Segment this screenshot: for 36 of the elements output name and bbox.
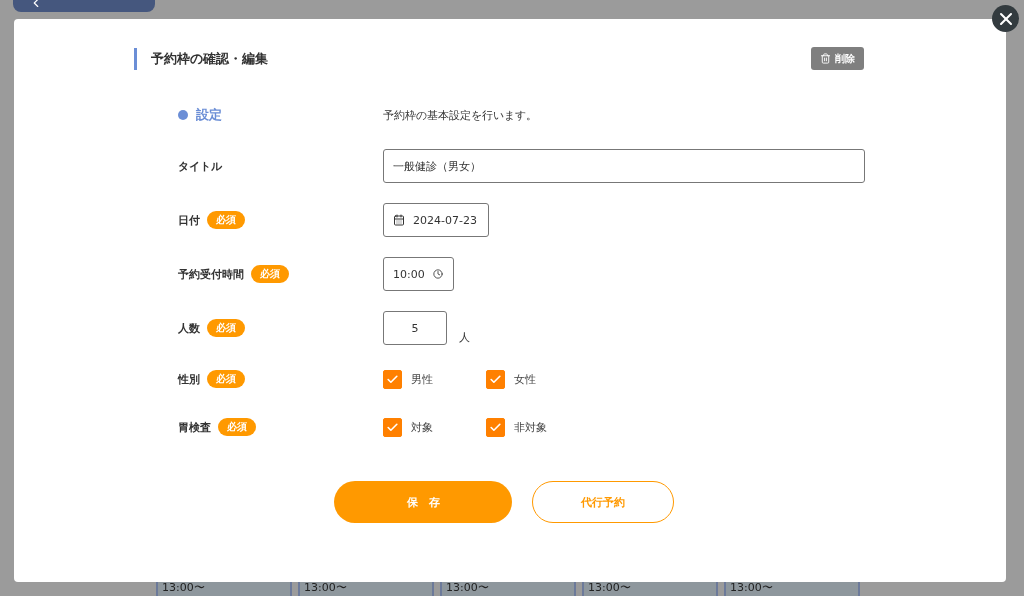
- dialog-title: 予約枠の確認・編集: [134, 47, 268, 70]
- field-label: 日付: [178, 212, 200, 228]
- field-label: タイトル: [178, 158, 222, 174]
- required-badge: 必須: [207, 211, 245, 229]
- clock-icon: [432, 269, 443, 279]
- field-label: 胃検査: [178, 419, 211, 435]
- checkbox[interactable]: [383, 417, 402, 437]
- check-icon: [489, 420, 502, 434]
- date-field[interactable]: 2024-07-23: [383, 203, 489, 237]
- checkbox-label: 女性: [514, 371, 536, 387]
- section-description: 予約枠の基本設定を行います。: [383, 107, 538, 123]
- check-icon: [386, 420, 399, 434]
- field-label: 予約受付時間: [178, 266, 244, 282]
- required-badge: 必須: [251, 265, 289, 283]
- time-field[interactable]: 10:00: [383, 257, 454, 291]
- section-heading: 設定: [178, 106, 383, 124]
- checkbox-label: 非対象: [514, 419, 547, 435]
- delete-button[interactable]: 削除: [811, 47, 864, 70]
- field-label: 性別: [178, 371, 200, 387]
- checkbox-label: 対象: [411, 419, 433, 435]
- close-button[interactable]: [992, 5, 1019, 32]
- checkbox[interactable]: [486, 369, 505, 389]
- field-label: 人数: [178, 320, 200, 336]
- trash-icon: [820, 53, 831, 64]
- checkbox-label: 男性: [411, 371, 433, 387]
- calendar-icon: [393, 214, 405, 226]
- checkbox[interactable]: [383, 369, 402, 389]
- required-badge: 必須: [207, 319, 245, 337]
- check-icon: [386, 372, 399, 386]
- check-icon: [489, 372, 502, 386]
- title-field[interactable]: 一般健診（男女）: [383, 149, 865, 183]
- required-badge: 必須: [218, 418, 256, 436]
- checkbox[interactable]: [486, 417, 505, 437]
- number-field[interactable]: 5: [383, 311, 447, 345]
- required-badge: 必須: [207, 370, 245, 388]
- unit-label: 人: [459, 330, 470, 345]
